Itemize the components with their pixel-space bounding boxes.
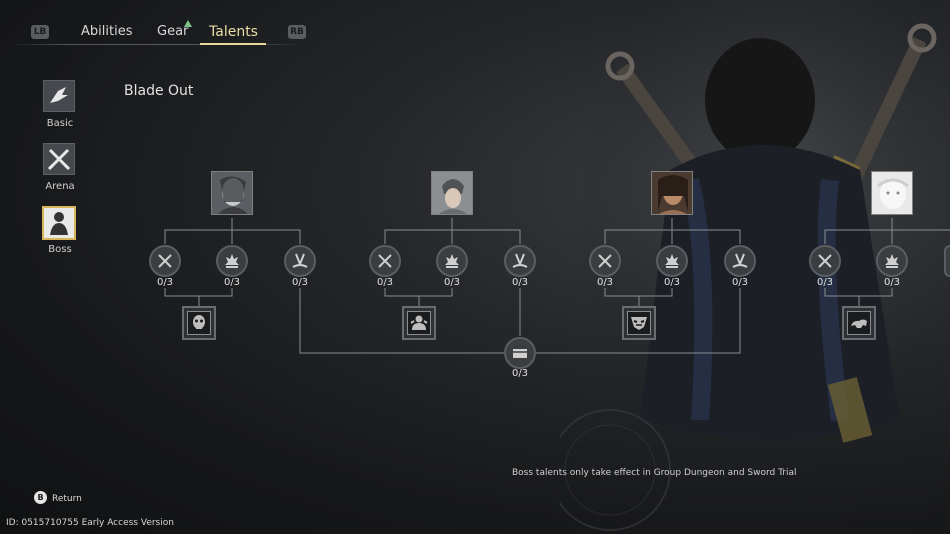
shared-talent-node[interactable]: [504, 337, 536, 369]
stuck-blades-icon: [292, 253, 308, 268]
boss-core-talent[interactable]: [182, 306, 216, 340]
boss-portrait-2[interactable]: [431, 171, 473, 215]
skull-mask-icon: [193, 315, 205, 329]
crossed-blades-icon: [378, 254, 392, 268]
talent-count: 0/3: [883, 277, 901, 288]
talent-count: 0/3: [816, 277, 834, 288]
demon-mask-icon: [631, 317, 647, 330]
boss-core-talent[interactable]: [622, 306, 656, 340]
talent-count: 0/3: [596, 277, 614, 288]
flame-lotus-icon: [225, 254, 239, 268]
stuck-blades-icon: [732, 253, 748, 268]
talent-node-flame[interactable]: [656, 245, 688, 277]
talent-node-swords[interactable]: [369, 245, 401, 277]
talent-count: 0/3: [731, 277, 749, 288]
talent-count: 0/3: [223, 277, 241, 288]
talent-node-blades[interactable]: [724, 245, 756, 277]
stuck-blades-icon: [512, 253, 528, 268]
flame-lotus-icon: [665, 254, 679, 268]
talent-node-flame[interactable]: [876, 245, 908, 277]
shared-talent-count: 0/3: [511, 368, 529, 379]
talent-node-partial[interactable]: [944, 245, 950, 277]
armored-warrior-icon: [410, 315, 428, 330]
talent-count: 0/3: [376, 277, 394, 288]
talent-count: 0/3: [443, 277, 461, 288]
crossed-blades-icon: [598, 254, 612, 268]
talent-node-blades[interactable]: [284, 245, 316, 277]
talent-node-swords[interactable]: [589, 245, 621, 277]
crossed-blades-icon: [158, 254, 172, 268]
crossed-blades-icon: [818, 254, 832, 268]
flame-lotus-icon: [885, 254, 899, 268]
boss-core-talent[interactable]: [842, 306, 876, 340]
talent-count: 0/3: [511, 277, 529, 288]
boss-talent-notice: Boss talents only take effect in Group D…: [512, 468, 797, 478]
return-label[interactable]: Return: [52, 494, 82, 504]
talent-node-flame[interactable]: [436, 245, 468, 277]
talent-node-blades[interactable]: [504, 245, 536, 277]
talent-node-swords[interactable]: [809, 245, 841, 277]
talent-count: 0/3: [291, 277, 309, 288]
talent-connectors: [164, 218, 950, 354]
boss-portrait-4[interactable]: [871, 171, 913, 215]
talent-count: 0/3: [156, 277, 174, 288]
talent-count: 0/3: [663, 277, 681, 288]
beast-icon: [851, 319, 867, 328]
build-id: ID: 0515710755 Early Access Version: [6, 518, 174, 528]
boss-core-talent[interactable]: [402, 306, 436, 340]
talent-node-flame[interactable]: [216, 245, 248, 277]
flame-lotus-icon: [445, 254, 459, 268]
talent-node-swords[interactable]: [149, 245, 181, 277]
boss-portrait-3[interactable]: [651, 171, 693, 215]
boss-portrait-1[interactable]: [211, 171, 253, 215]
chest-icon: [513, 349, 527, 358]
return-button[interactable]: B: [34, 491, 47, 504]
